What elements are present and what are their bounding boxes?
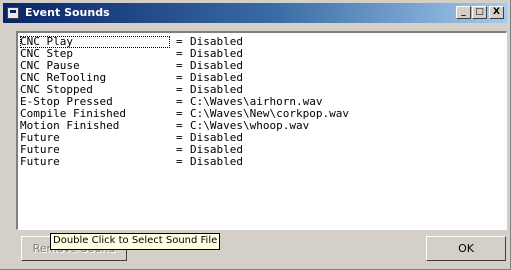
window-title: Event Sounds <box>25 6 110 19</box>
close-button[interactable]: X <box>489 6 504 19</box>
equals-sign: = <box>176 155 183 168</box>
ok-button[interactable]: OK <box>426 236 506 261</box>
title-bar[interactable]: Event Sounds _ □ X <box>3 3 507 23</box>
list-item[interactable]: Future = Disabled <box>20 155 243 168</box>
event-sound-list[interactable]: CNC Play = Disabled CNC Step = Disabled … <box>16 31 507 230</box>
maximize-button[interactable]: □ <box>472 6 487 19</box>
tooltip: Double Click to Select Sound File <box>50 233 221 250</box>
event-sounds-window: Event Sounds _ □ X CNC Play = Disabled C… <box>0 0 511 270</box>
sound-value: Disabled <box>190 155 243 168</box>
app-icon[interactable] <box>7 7 19 19</box>
event-name: Future <box>20 155 60 168</box>
minimize-button[interactable]: _ <box>456 6 471 19</box>
